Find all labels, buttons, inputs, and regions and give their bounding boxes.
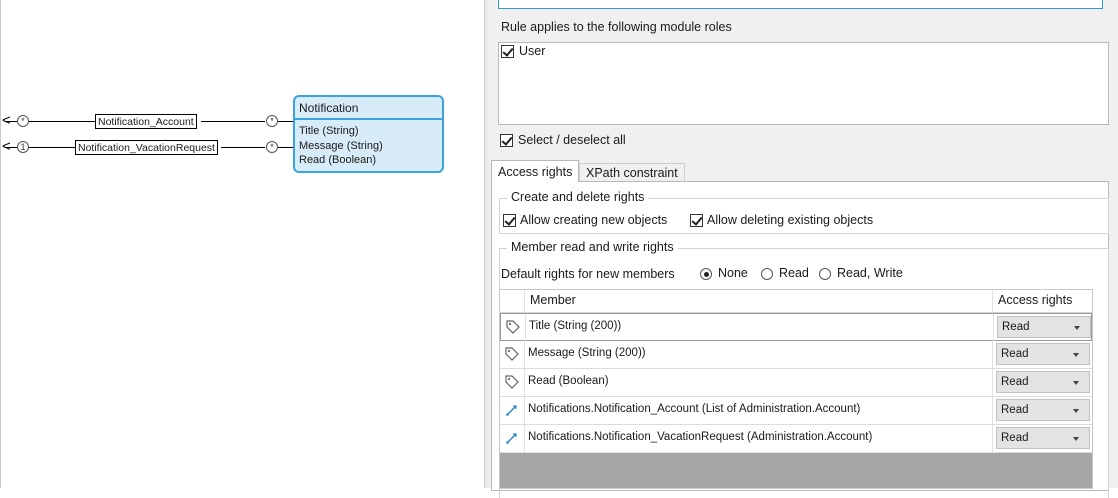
association-line: [5, 147, 17, 148]
row-rights-cell: Read: [992, 369, 1092, 396]
member-rights-grid: Member Access rights Title (String (200)…: [499, 289, 1093, 489]
row-member: Message (String (200)): [528, 347, 646, 359]
select-all-checkbox[interactable]: [500, 134, 513, 147]
access-rights-dropdown[interactable]: Read: [996, 399, 1090, 421]
column-header-member[interactable]: Member: [530, 293, 576, 307]
access-rights-value: Read: [1001, 376, 1029, 388]
access-rule-panel: Rule applies to the following module rol…: [491, 0, 1118, 498]
default-rights-readwrite-radio[interactable]: [819, 268, 831, 280]
entity-attribute: Message (String): [299, 139, 383, 152]
role-user-checkbox[interactable]: [501, 45, 514, 58]
documentation-field[interactable]: [498, 0, 1103, 9]
attribute-tag-icon: [506, 320, 520, 334]
row-icon-cell: [500, 369, 525, 396]
association-icon: [506, 405, 517, 416]
default-rights-none-label: None: [718, 266, 748, 280]
default-rights-none-radio[interactable]: [700, 268, 712, 280]
multiplicity-marker: *: [266, 141, 278, 153]
dropdown-caret-icon: [1073, 409, 1079, 413]
row-member: Notifications.Notification_VacationReque…: [528, 431, 873, 443]
table-row[interactable]: Read (Boolean) Read: [500, 369, 1092, 397]
create-delete-title: Create and delete rights: [507, 190, 649, 204]
grid-header: Member Access rights: [500, 290, 1092, 313]
row-rights-cell: Read: [992, 425, 1092, 452]
row-member: Title (String (200)): [529, 320, 622, 332]
allow-create-label: Allow creating new objects: [520, 213, 668, 227]
create-delete-group: Create and delete rights Allow creating …: [499, 190, 1109, 234]
default-rights-read-radio[interactable]: [761, 268, 773, 280]
association-line: [221, 147, 265, 148]
entity-attribute: Read (Boolean): [299, 154, 377, 166]
association-line: [278, 121, 293, 122]
entity-attribute: Title (String): [299, 125, 359, 137]
row-icon-cell: [500, 425, 525, 452]
table-row[interactable]: Title (String (200)) Read: [500, 313, 1092, 341]
panel-splitter[interactable]: [484, 0, 491, 488]
row-rights-cell: Read: [992, 341, 1092, 368]
default-rights-read-label: Read: [779, 266, 809, 280]
association-line: [278, 147, 293, 148]
roles-section-title: Rule applies to the following module rol…: [501, 20, 732, 34]
row-icon-cell: [501, 314, 526, 341]
row-member: Notifications.Notification_Account (List…: [528, 403, 861, 415]
attribute-tag-icon: [505, 347, 519, 361]
allow-delete-checkbox[interactable]: [690, 214, 703, 227]
entity-notification[interactable]: Notification Title (String) Message (Str…: [293, 95, 444, 173]
association-line: [29, 121, 95, 122]
row-member: Read (Boolean): [528, 375, 609, 387]
domain-model-canvas[interactable]: < * Notification_Account * < 1 Notificat…: [0, 0, 484, 488]
column-divider: [992, 290, 993, 312]
dropdown-caret-icon: [1073, 353, 1079, 357]
multiplicity-marker: *: [266, 115, 278, 127]
role-user-label: User: [519, 44, 546, 58]
association-label-notification-account[interactable]: Notification_Account: [95, 114, 197, 129]
access-rights-value: Read: [1002, 321, 1030, 333]
access-rights-dropdown[interactable]: Read: [996, 427, 1090, 449]
multiplicity-marker: 1: [17, 141, 29, 153]
access-rights-tab-body: Create and delete rights Allow creating …: [491, 181, 1109, 498]
column-header-access-rights[interactable]: Access rights: [998, 293, 1072, 307]
entity-name: Notification: [295, 97, 442, 120]
access-rights-value: Read: [1001, 432, 1029, 444]
row-icon-cell: [500, 341, 525, 368]
multiplicity-marker: *: [17, 115, 29, 127]
table-row[interactable]: Notifications.Notification_Account (List…: [500, 397, 1092, 425]
row-rights-cell: Read: [992, 397, 1092, 424]
access-rights-value: Read: [1001, 404, 1029, 416]
dropdown-caret-icon: [1073, 381, 1079, 385]
default-rights-readwrite-label: Read, Write: [837, 266, 903, 280]
entity-attributes: Title (String) Message (String) Read (Bo…: [295, 120, 442, 168]
column-divider: [524, 290, 525, 312]
dropdown-caret-icon: [1073, 437, 1079, 441]
allow-delete-label: Allow deleting existing objects: [707, 213, 874, 227]
access-rights-dropdown[interactable]: Read: [997, 316, 1091, 338]
access-rights-dropdown[interactable]: Read: [996, 371, 1090, 393]
association-line: [29, 147, 75, 148]
row-rights-cell: Read: [993, 314, 1092, 341]
default-rights-label: Default rights for new members: [501, 267, 675, 281]
select-all-label: Select / deselect all: [518, 133, 626, 147]
access-rights-value: Read: [1001, 348, 1029, 360]
tab-xpath-constraint[interactable]: XPath constraint: [579, 163, 685, 182]
table-row[interactable]: Notifications.Notification_VacationReque…: [500, 425, 1092, 453]
row-icon-cell: [500, 397, 525, 424]
allow-create-checkbox[interactable]: [503, 214, 516, 227]
association-line: [201, 121, 265, 122]
module-roles-list[interactable]: User: [498, 42, 1109, 125]
attribute-tag-icon: [505, 375, 519, 389]
dropdown-caret-icon: [1074, 326, 1080, 330]
association-icon: [506, 433, 517, 444]
table-row[interactable]: Message (String (200)) Read: [500, 341, 1092, 369]
tab-access-rights[interactable]: Access rights: [491, 160, 580, 182]
access-rights-dropdown[interactable]: Read: [996, 343, 1090, 365]
member-rights-title: Member read and write rights: [507, 240, 678, 254]
association-line: [5, 121, 17, 122]
association-label-notification-vacationrequest[interactable]: Notification_VacationRequest: [75, 140, 218, 155]
